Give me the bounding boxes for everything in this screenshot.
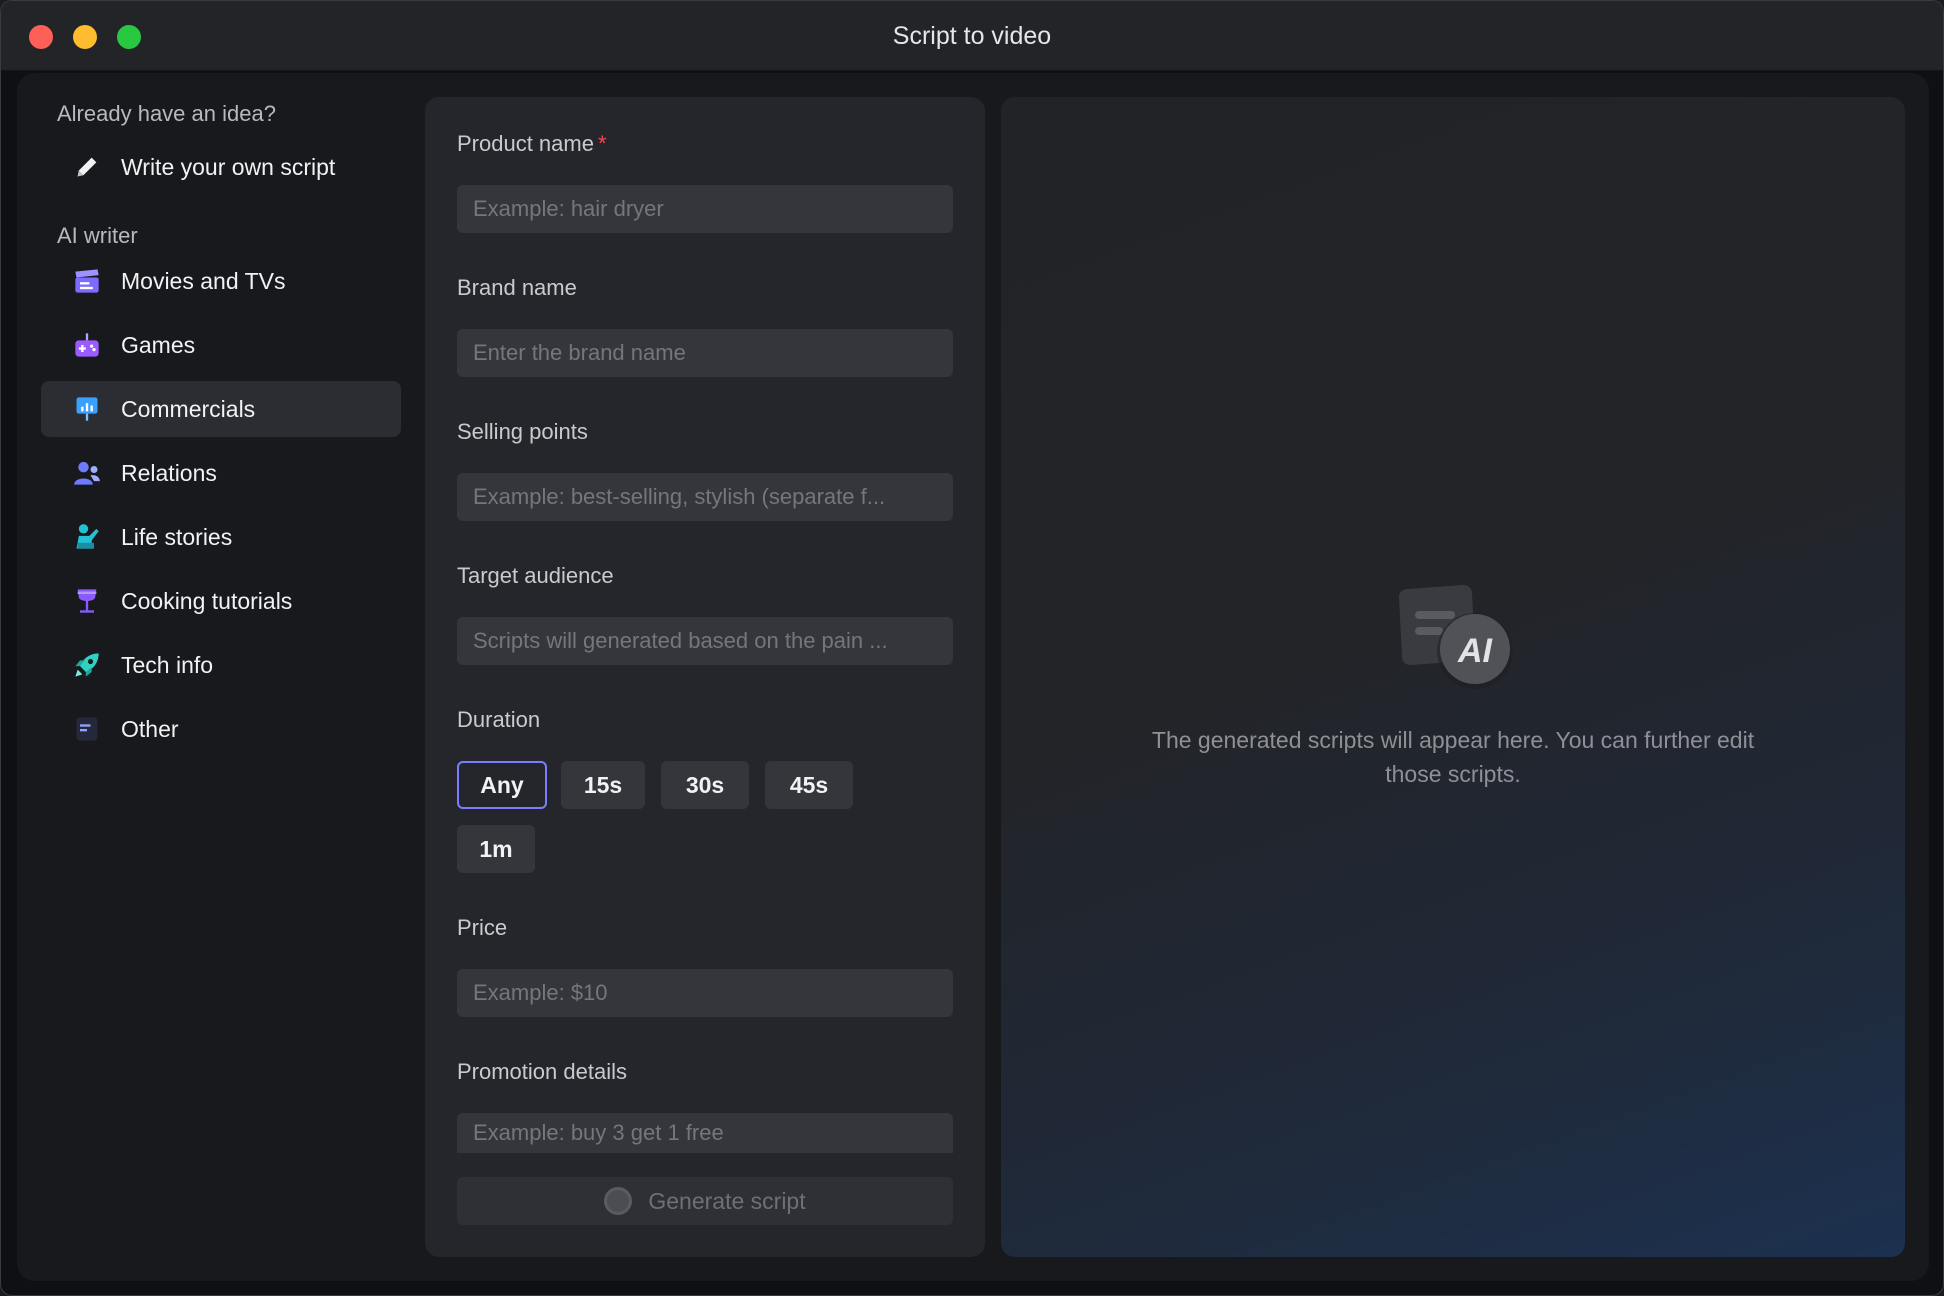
title-bar: Script to video (1, 1, 1943, 71)
own-idea-section-label: Already have an idea? (57, 101, 276, 126)
sidebar-item-label: Other (121, 715, 179, 742)
duration-option-30s[interactable]: 30s (661, 761, 749, 809)
app-window: Script to video Already have an idea? Wr… (0, 0, 1944, 1296)
sidebar-item-label: Life stories (121, 523, 233, 550)
promotion-details-input[interactable] (457, 1113, 953, 1153)
script-form-panel: Product name* Brand name Selling points … (425, 97, 985, 1257)
ai-writer-section-label: AI writer (57, 223, 138, 248)
pencil-icon (73, 153, 101, 181)
people-icon (73, 459, 101, 487)
rocket-icon (73, 651, 101, 679)
window-title: Script to video (892, 22, 1052, 50)
sidebar-item-other[interactable]: Other (41, 701, 401, 757)
list-icon (73, 715, 101, 743)
generate-script-label: Generate script (648, 1187, 806, 1214)
sidebar-item-label: Cooking tutorials (121, 587, 293, 614)
price-label: Price (457, 915, 508, 940)
sidebar-item-label: Tech info (121, 651, 214, 678)
promotion-details-label: Promotion details (457, 1059, 627, 1084)
sidebar-item-games[interactable]: Games (41, 317, 401, 373)
selling-points-input[interactable] (457, 473, 953, 521)
write-own-script-label: Write your own script (121, 153, 336, 180)
sidebar-item-movies-and-tvs[interactable]: Movies and TVs (41, 253, 401, 309)
output-empty-message: The generated scripts will appear here. … (1151, 727, 1755, 787)
content-area: Already have an idea? Write your own scr… (17, 73, 1929, 1281)
duration-option-15s[interactable]: 15s (561, 761, 645, 809)
wine-glass-icon (73, 587, 101, 615)
output-panel: AI The generated scripts will appear her… (1001, 97, 1905, 1257)
sidebar-item-life-stories[interactable]: Life stories (41, 509, 401, 565)
clapperboard-icon (73, 267, 101, 295)
presentation-icon (73, 395, 101, 423)
ai-illustration-text: AI (1457, 632, 1494, 670)
sidebar-item-cooking-tutorials[interactable]: Cooking tutorials (41, 573, 401, 629)
sidebar-item-commercials[interactable]: Commercials (41, 381, 401, 437)
required-mark: * (597, 131, 607, 156)
target-audience-label: Target audience (457, 563, 614, 588)
duration-label: Duration (457, 707, 541, 732)
sidebar-item-tech-info[interactable]: Tech info (41, 637, 401, 693)
selling-points-label: Selling points (457, 419, 588, 444)
brand-name-label: Brand name (457, 275, 577, 300)
gamepad-icon (73, 331, 101, 359)
brand-name-input[interactable] (457, 329, 953, 377)
duration-option-45s[interactable]: 45s (765, 761, 853, 809)
target-audience-input[interactable] (457, 617, 953, 665)
sidebar: Already have an idea? Write your own scr… (17, 73, 427, 1281)
price-input[interactable] (457, 969, 953, 1017)
sidebar-item-label: Relations (121, 459, 217, 486)
product-name-label: Product name * (457, 131, 607, 156)
sidebar-item-label: Games (121, 331, 196, 358)
duration-option-1m[interactable]: 1m (457, 825, 535, 873)
write-own-script-item[interactable]: Write your own script (41, 139, 401, 195)
product-name-input[interactable] (457, 185, 953, 233)
loading-spinner-icon (604, 1187, 633, 1215)
duration-option-any[interactable]: Any (457, 761, 547, 809)
sidebar-item-label: Commercials (121, 395, 256, 422)
ai-document-icon: AI (1399, 585, 1513, 689)
generate-script-button[interactable]: Generate script (457, 1177, 953, 1225)
sidebar-item-relations[interactable]: Relations (41, 445, 401, 501)
person-icon (73, 523, 101, 551)
sidebar-item-label: Movies and TVs (121, 267, 286, 294)
